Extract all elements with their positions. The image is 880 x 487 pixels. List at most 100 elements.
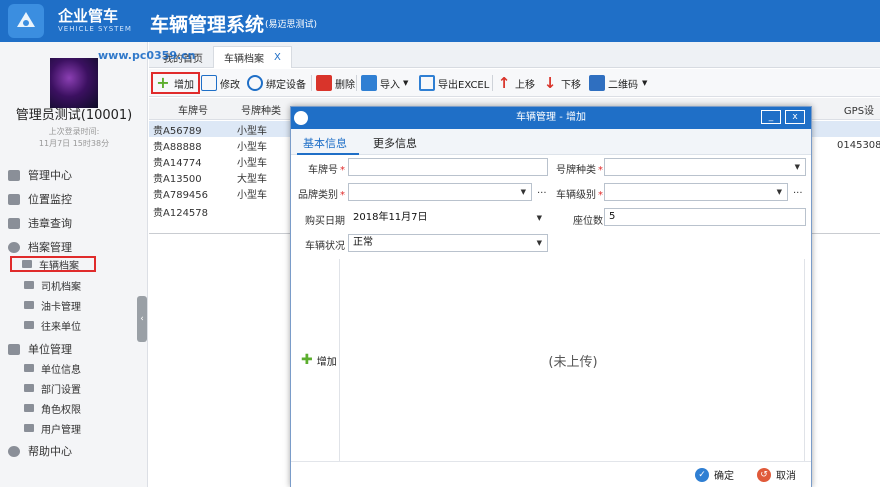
last-login-time: 11月7日 15时38分 [38,139,110,148]
dialog-app-icon [294,111,308,125]
photo-upload-area[interactable]: (未上传) [339,259,805,461]
folder-icon [24,404,34,412]
add-button[interactable]: + 增加 [151,72,200,94]
level-browse-button[interactable]: ... [793,185,803,196]
move-down-button[interactable]: ↓ 下移 [542,72,581,94]
sidebar-item-partner-units[interactable]: 往来单位 [24,317,81,333]
export-excel-button[interactable]: 导出EXCEL [419,72,489,94]
chevron-down-icon: ▼ [794,163,800,171]
folder-icon [24,384,34,392]
bind-device-button[interactable]: 绑定设备 [247,72,306,94]
bind-device-label: 绑定设备 [266,79,306,91]
close-button[interactable]: x [785,110,805,124]
toolbar: + 增加 修改 绑定设备 删除 导入 ▼ 导出EXCEL ↑ 上移 ↓ 下移 二… [149,69,880,97]
status-select[interactable]: 正常 ▼ [348,234,548,252]
tab-more-info[interactable]: 更多信息 [373,135,417,151]
table-row[interactable]: 贵A789456 小型车 [149,185,289,201]
plate-input[interactable] [348,158,548,176]
sidebar-item-label: 司机档案 [41,281,81,293]
purchase-date-picker[interactable]: 2018年11月7日 ▼ [348,209,548,227]
sidebar-item-fuel-card[interactable]: 油卡管理 [24,297,81,313]
car-icon [8,193,20,205]
cell-plate: 贵A13500 [153,173,202,185]
cancel-label: 取消 [776,471,796,482]
required-mark: * [598,165,603,176]
delete-button[interactable]: 删除 [316,72,355,94]
chevron-down-icon: ▼ [520,188,526,196]
seats-input[interactable]: 5 [604,208,806,226]
dialog-titlebar[interactable]: 车辆管理 - 增加 _ x [291,107,811,129]
logo-icon [17,12,35,27]
active-tab-indicator [297,153,359,155]
chevron-down-icon: ▼ [403,79,409,87]
folder-icon [24,364,34,372]
column-header-gps[interactable]: GPS设 [839,102,879,117]
close-icon[interactable]: X [274,52,281,63]
sidebar: 管理员测试(10001) 上次登录时间: 11月7日 15时38分 管理中心 位… [0,42,148,487]
confirm-button[interactable]: ✓ 确定 [695,467,734,482]
sidebar-item-help-center[interactable]: 帮助中心 [8,442,72,460]
document-icon [8,217,20,229]
sidebar-item-vehicle-archive[interactable]: 车辆档案 [10,256,96,272]
sidebar-item-archive-management[interactable]: 档案管理 [8,238,72,256]
last-login-label: 上次登录时间: [48,127,100,136]
sidebar-item-violation-query[interactable]: 违章查询 [8,214,72,232]
avatar[interactable] [50,58,98,108]
import-button-label: 导入 [380,79,400,91]
brand-name: 企业管车 [58,7,119,25]
tab-vehicle-archive[interactable]: 车辆档案 X [213,46,292,68]
toolbar-separator [492,75,493,91]
column-header-plate[interactable]: 车牌号 [163,102,223,117]
cell-plate-type: 小型车 [237,125,267,137]
import-button[interactable]: 导入 ▼ [361,72,408,94]
sidebar-item-unit-management[interactable]: 单位管理 [8,340,72,358]
folder-icon [24,301,34,309]
sidebar-item-unit-info[interactable]: 单位信息 [24,360,81,376]
gear-icon [8,445,20,457]
confirm-label: 确定 [714,471,734,482]
qrcode-button[interactable]: 二维码 ▼ [589,72,647,94]
required-mark: * [340,190,345,201]
sidebar-item-management-center[interactable]: 管理中心 [8,166,72,184]
sidebar-collapse-handle[interactable]: ‹ [137,296,147,342]
edit-icon [201,75,217,91]
cell-plate: 贵A124578 [153,207,209,219]
table-row[interactable]: 贵A124578 [149,203,289,219]
column-header-plate-type[interactable]: 号牌种类 [231,102,291,117]
sidebar-item-department-settings[interactable]: 部门设置 [24,380,81,396]
upload-empty-text: (未上传) [548,355,598,370]
sidebar-item-label: 管理中心 [28,169,72,182]
sidebar-item-label: 位置监控 [28,193,72,206]
sidebar-item-user-management[interactable]: 用户管理 [24,420,81,436]
tab-basic-info[interactable]: 基本信息 [303,135,347,151]
sidebar-item-driver-archive[interactable]: 司机档案 [24,277,81,293]
export-button-label: 导出EXCEL [438,79,490,91]
cell-plate: 贵A56789 [153,125,202,137]
move-up-button[interactable]: ↑ 上移 [496,72,535,94]
sidebar-item-location-monitor[interactable]: 位置监控 [8,190,72,208]
required-mark: * [340,165,345,176]
upload-add-label: 增加 [316,356,337,368]
sidebar-item-label: 帮助中心 [28,445,72,458]
cell-plate: 贵A14774 [153,157,202,169]
minimize-button[interactable]: _ [761,110,781,124]
arrow-up-icon: ↑ [497,74,511,92]
table-row[interactable]: 贵A14774 小型车 [149,153,289,169]
plus-icon: ✚ [301,352,313,368]
system-title: 车辆管理系统 [150,14,265,36]
level-select[interactable]: ▼ [604,183,788,201]
cell-plate-type: 小型车 [237,189,267,201]
table-row[interactable]: 贵A13500 大型车 [149,169,289,185]
brand-subtitle: VEHICLE SYSTEM [58,25,132,33]
cancel-button[interactable]: ↺ 取消 [757,467,796,482]
plate-type-select[interactable]: ▼ [604,158,806,176]
sidebar-item-label: 单位管理 [28,343,72,356]
edit-button[interactable]: 修改 [201,72,240,94]
level-label: 车辆级别 * [543,186,603,201]
username: 管理员测试(10001) [15,108,133,123]
brand-select[interactable]: ▼ [348,183,532,201]
upload-add-button[interactable]: ✚ 增加 [301,352,337,368]
chevron-down-icon: ▼ [642,79,648,87]
sidebar-item-role-permissions[interactable]: 角色权限 [24,400,81,416]
level-label-text: 车辆级别 [556,190,596,201]
